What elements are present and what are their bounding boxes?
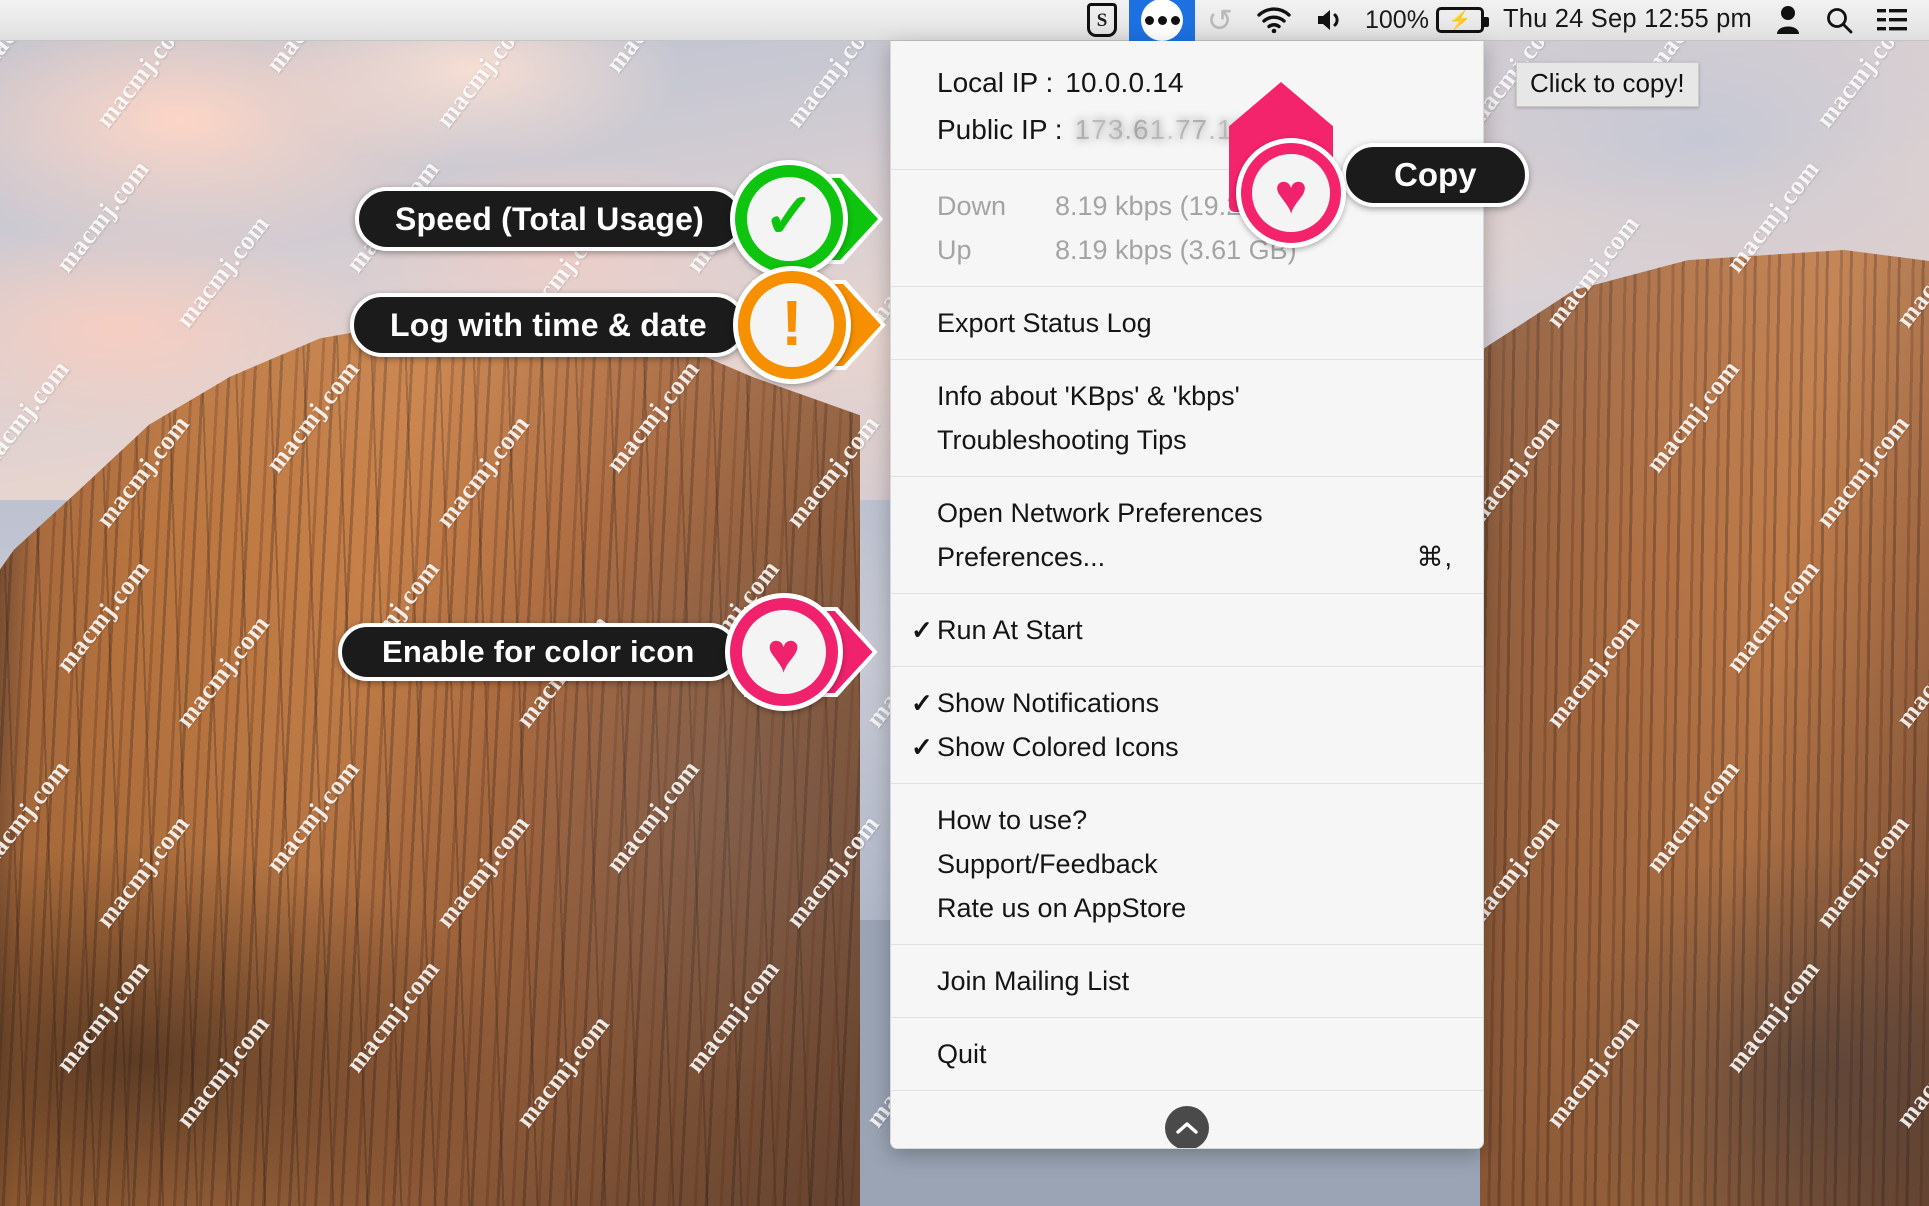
heart-badge-circle: ♥ <box>725 593 843 711</box>
chevron-up-icon[interactable] <box>1165 1106 1209 1149</box>
local-ip-row: Local IP : 10.0.0.14 <box>891 59 1483 106</box>
menu-item-export-status-log[interactable]: Export Status Log <box>891 301 1483 345</box>
run-at-start-label: Run At Start <box>937 615 1083 646</box>
click-to-copy-tooltip: Click to copy! <box>1516 62 1699 107</box>
preferences-label: Preferences... <box>937 542 1105 573</box>
callout-enable-color-icon: Enable for color icon ♥ <box>338 593 885 711</box>
warning-badge-circle: ! <box>733 266 851 384</box>
charging-battery-icon: ⚡ <box>1436 7 1484 33</box>
menu-item-quit[interactable]: Quit <box>891 1032 1483 1076</box>
menu-item-how-to-use[interactable]: How to use? <box>891 798 1483 842</box>
checkmark-icon: ✓ <box>911 732 933 763</box>
wifi-icon-svg <box>1257 7 1291 33</box>
callout-badge-heart: ♥ <box>725 593 885 711</box>
menu-item-run-at-start[interactable]: ✓ Run At Start <box>891 608 1483 652</box>
preferences-shortcut: ⌘, <box>1416 542 1453 573</box>
callout-label-color-icon: Enable for color icon <box>338 623 739 681</box>
public-ip-label: Public IP : <box>937 114 1063 146</box>
menu-item-show-notifications[interactable]: ✓ Show Notifications <box>891 681 1483 725</box>
check-icon: ✓ <box>763 186 815 248</box>
menu-item-troubleshooting-tips[interactable]: Troubleshooting Tips <box>891 418 1483 462</box>
user-account-icon[interactable] <box>1763 0 1813 41</box>
exclamation-icon: ! <box>781 291 802 355</box>
show-colored-icons-label: Show Colored Icons <box>937 732 1179 763</box>
heart-icon: ♥ <box>767 625 800 681</box>
menu-item-rate-us[interactable]: Rate us on AppStore <box>891 886 1483 930</box>
run-at-start-group: ✓ Run At Start <box>891 594 1483 666</box>
warning-badge-inner: ! <box>750 283 834 367</box>
local-ip-value[interactable]: 10.0.0.14 <box>1065 67 1184 99</box>
callout-label-log: Log with time & date <box>350 293 747 357</box>
wifi-icon[interactable] <box>1245 0 1303 41</box>
shield-s-glyph: S <box>1087 3 1117 37</box>
macos-menu-bar[interactable]: S ↺ 100% ⚡ Thu 24 Sep 12:55 pm <box>0 0 1929 41</box>
netspeed-dots-icon <box>1141 0 1183 41</box>
shield-s-icon[interactable]: S <box>1075 0 1129 41</box>
local-ip-label: Local IP : <box>937 67 1053 99</box>
menu-item-open-network-preferences[interactable]: Open Network Preferences <box>891 491 1483 535</box>
notification-center-icon-svg <box>1877 8 1907 32</box>
down-label: Down <box>937 191 1055 222</box>
notification-center-icon[interactable] <box>1865 0 1919 41</box>
menu-item-info-kbps[interactable]: Info about 'KBps' & 'kbps' <box>891 374 1483 418</box>
callout-label-speed: Speed (Total Usage) <box>355 187 744 251</box>
help-group: How to use? Support/Feedback Rate us on … <box>891 784 1483 944</box>
quit-group: Quit <box>891 1018 1483 1090</box>
copy-heart-badge-circle: ♥ <box>1236 138 1346 248</box>
menu-item-show-colored-icons[interactable]: ✓ Show Colored Icons <box>891 725 1483 769</box>
menu-item-preferences[interactable]: Preferences... ⌘, <box>891 535 1483 579</box>
battery-status[interactable]: 100% ⚡ <box>1357 0 1492 41</box>
check-badge-circle: ✓ <box>730 160 848 278</box>
menubar-clock[interactable]: Thu 24 Sep 12:55 pm <box>1492 0 1763 41</box>
info-group: Info about 'KBps' & 'kbps' Troubleshooti… <box>891 360 1483 476</box>
callout-badge-warning: ! <box>733 266 893 384</box>
menu-item-support-feedback[interactable]: Support/Feedback <box>891 842 1483 886</box>
callout-badge-check: ✓ <box>730 160 890 278</box>
callout-speed-total-usage: Speed (Total Usage) ✓ <box>355 160 890 278</box>
volume-icon-svg <box>1315 7 1345 33</box>
heart-badge-inner: ♥ <box>742 610 826 694</box>
menu-collapse-bar[interactable] <box>891 1091 1483 1149</box>
spotlight-search-icon[interactable] <box>1813 0 1865 41</box>
heart-icon: ♥ <box>1274 166 1307 222</box>
menu-item-join-mailing-list[interactable]: Join Mailing List <box>891 959 1483 1003</box>
export-group: Export Status Log <box>891 287 1483 359</box>
checkmark-icon: ✓ <box>911 688 933 719</box>
volume-icon[interactable] <box>1303 0 1357 41</box>
netspeed-status-menu[interactable]: Local IP : 10.0.0.14 Public IP : 173.61.… <box>890 41 1484 1149</box>
search-icon-svg <box>1825 6 1853 34</box>
check-badge-inner: ✓ <box>747 177 831 261</box>
netspeed-menubar-icon[interactable] <box>1129 0 1195 41</box>
mailing-list-group: Join Mailing List <box>891 945 1483 1017</box>
chevron-up-icon-svg <box>1176 1121 1198 1135</box>
up-stat-row: Up 8.19 kbps (3.61 GB) <box>891 228 1483 272</box>
preferences-group: Open Network Preferences Preferences... … <box>891 477 1483 593</box>
copy-heart-badge-inner: ♥ <box>1252 154 1330 232</box>
show-notifications-label: Show Notifications <box>937 688 1159 719</box>
callout-log-with-time-date: Log with time & date ! <box>350 266 893 384</box>
user-account-icon-svg <box>1775 5 1801 35</box>
wallpaper-cliff-right-shading <box>1480 250 1929 1206</box>
time-machine-icon[interactable]: ↺ <box>1195 0 1245 41</box>
up-label: Up <box>937 235 1055 266</box>
checkmark-icon: ✓ <box>911 615 933 646</box>
display-options-group: ✓ Show Notifications ✓ Show Colored Icon… <box>891 667 1483 783</box>
callout-copy-pin: ♥ <box>1218 82 1378 252</box>
battery-percent-label: 100% <box>1365 8 1429 33</box>
